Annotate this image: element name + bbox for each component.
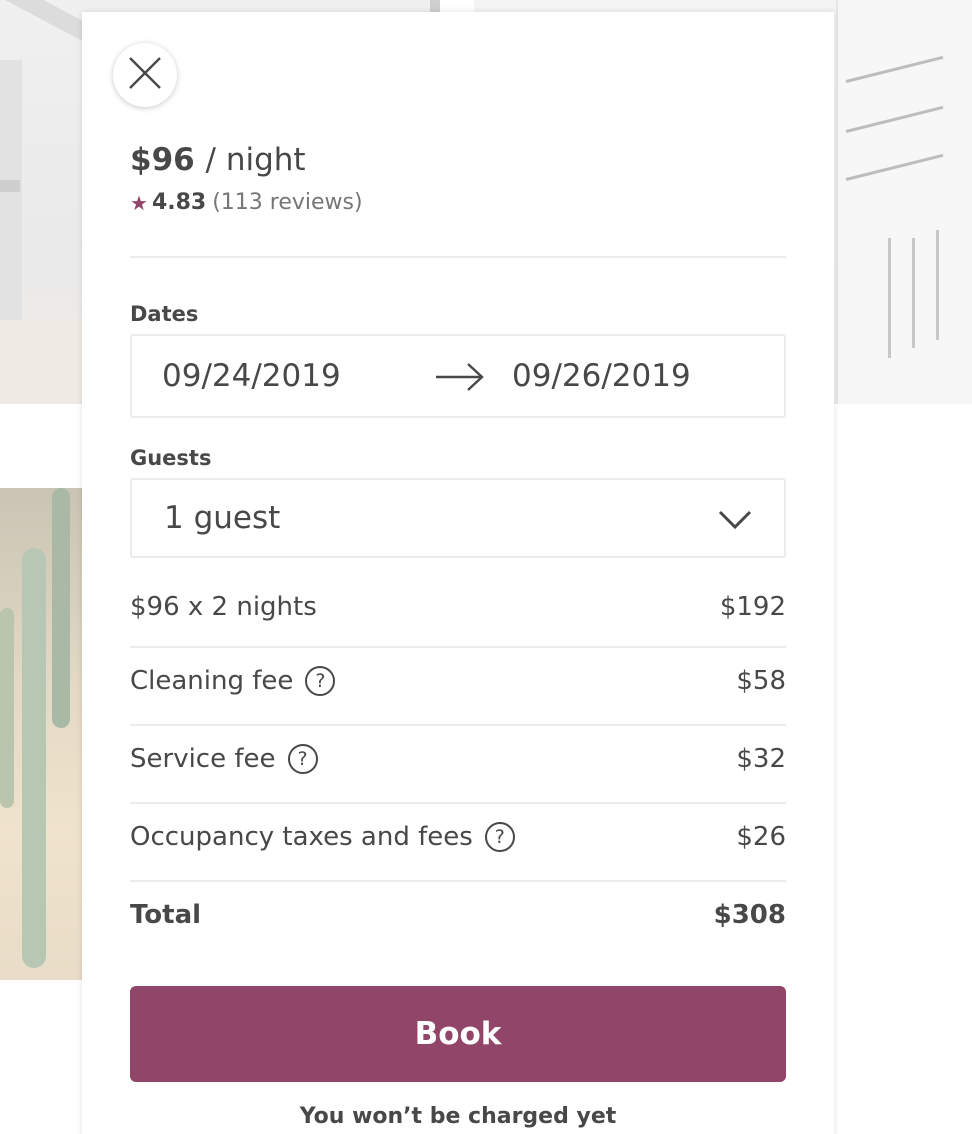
rating-summary: ★ 4.83 (113 reviews): [130, 190, 363, 215]
book-button[interactable]: Book: [130, 986, 786, 1082]
total-label: Total: [130, 900, 202, 930]
close-button[interactable]: [113, 43, 177, 107]
star-icon: ★: [130, 190, 148, 215]
price-amount: $96: [130, 142, 195, 178]
fee-row-service: Service fee ? $32: [130, 744, 786, 774]
background-photo-cactus: [0, 488, 82, 980]
arrow-right-icon: [434, 360, 486, 402]
check-out-date[interactable]: 09/26/2019: [512, 358, 691, 394]
nightly-price: $96 / night: [130, 142, 306, 178]
fee-row-nights: $96 x 2 nights $192: [130, 592, 786, 622]
fee-amount: $26: [736, 822, 786, 852]
divider: [130, 646, 786, 648]
fee-label: Cleaning fee: [130, 666, 294, 696]
price-unit: / night: [205, 142, 306, 178]
fee-row-occupancy-taxes: Occupancy taxes and fees ? $26: [130, 822, 786, 852]
guests-select[interactable]: 1 guest: [130, 478, 786, 558]
dates-label: Dates: [130, 302, 199, 326]
divider: [130, 880, 786, 882]
question-circle-icon[interactable]: ?: [484, 822, 515, 852]
chevron-down-icon: [718, 504, 752, 540]
rating-score: 4.83: [151, 190, 207, 215]
close-icon: [127, 55, 163, 95]
charge-note: You won’t be charged yet: [299, 1104, 617, 1129]
fee-amount: $58: [736, 666, 786, 696]
fee-amount: $32: [736, 744, 786, 774]
guests-label: Guests: [130, 446, 212, 470]
total-amount: $308: [713, 900, 786, 930]
question-circle-icon[interactable]: ?: [305, 666, 336, 696]
fee-label: Service fee: [130, 744, 276, 774]
check-in-date[interactable]: 09/24/2019: [162, 358, 341, 394]
question-circle-icon[interactable]: ?: [287, 744, 318, 774]
divider: [130, 256, 786, 258]
booking-panel: $96 / night ★ 4.83 (113 reviews) Dates 0…: [82, 12, 834, 1134]
fee-row-cleaning: Cleaning fee ? $58: [130, 666, 786, 696]
guests-value: 1 guest: [164, 500, 281, 536]
total-row: Total $308: [130, 900, 786, 930]
dates-field: 09/24/2019 09/26/2019: [130, 334, 786, 418]
divider: [130, 802, 786, 804]
fee-amount: $192: [719, 592, 786, 622]
review-count: (113 reviews): [212, 190, 363, 215]
fee-label: Occupancy taxes and fees: [130, 822, 473, 852]
fee-label: $96 x 2 nights: [130, 592, 317, 622]
divider: [130, 724, 786, 726]
